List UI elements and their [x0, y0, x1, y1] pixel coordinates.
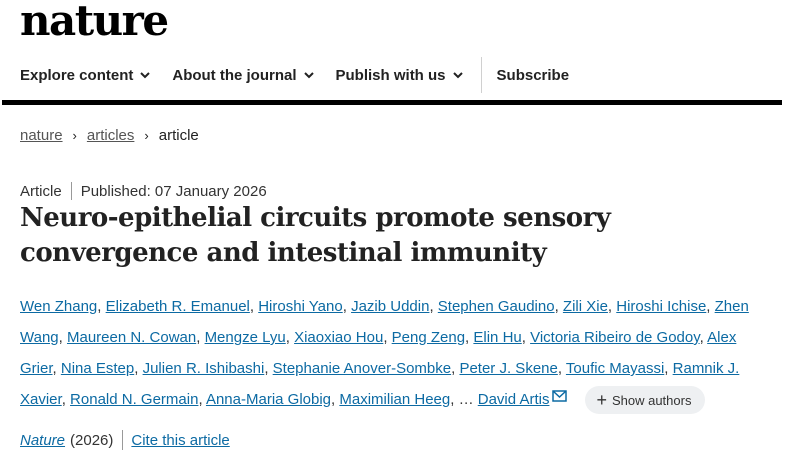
publication-year: (2026) [70, 431, 114, 449]
article-footer: Nature (2026) Cite this article [20, 430, 230, 450]
author-link[interactable]: Ronald N. Germain [70, 391, 198, 408]
author-link[interactable]: Wen Zhang [20, 298, 97, 315]
chevron-down-icon [452, 72, 463, 79]
chevron-right-icon: › [72, 128, 77, 143]
author-ellipsis: … [458, 391, 474, 408]
nav-subscribe-label: Subscribe [496, 66, 570, 84]
nav-about-journal[interactable]: About the journal [172, 67, 314, 84]
author-link[interactable]: Toufic Mayassi [566, 360, 664, 377]
header-rule [2, 100, 782, 105]
author-link[interactable]: Jazib Uddin [351, 298, 429, 315]
published-date: Published: 07 January 2026 [80, 182, 267, 200]
plus-icon: + [596, 390, 607, 411]
author-link[interactable]: Mengze Lyu [205, 329, 286, 346]
breadcrumb-articles-link[interactable]: articles [87, 127, 135, 144]
author-link[interactable]: Xiaoxiao Hou [294, 329, 383, 346]
author-link[interactable]: Hiroshi Ichise [616, 298, 706, 315]
author-link[interactable]: Maximilian Heeg [339, 391, 450, 408]
breadcrumb-current: article [158, 127, 199, 144]
nav-publish-with-us[interactable]: Publish with us [336, 67, 464, 84]
author-link[interactable]: Stephanie Anover-Sombke [273, 360, 451, 377]
nav-explore-label: Explore content [20, 66, 134, 84]
nav-explore-content[interactable]: Explore content [20, 67, 151, 84]
article-title: Neuro-epithelial circuits promote sensor… [20, 203, 611, 268]
chevron-right-icon: › [144, 128, 149, 143]
show-authors-label: Show authors [611, 392, 692, 408]
meta-divider [70, 182, 72, 200]
author-link[interactable]: Elin Hu [473, 329, 521, 346]
nav-about-label: About the journal [172, 66, 297, 84]
author-list: Wen Zhang, Elizabeth R. Emanuel, Hiroshi… [20, 291, 765, 415]
breadcrumb-home-link[interactable]: nature [20, 127, 63, 144]
main-nav: Explore content About the journal Publis… [20, 57, 590, 93]
author-link[interactable]: Zili Xie [563, 298, 608, 315]
journal-link[interactable]: Nature [20, 432, 65, 449]
nav-publish-label: Publish with us [335, 66, 446, 84]
show-authors-button[interactable]: + Show authors [585, 386, 706, 415]
article-type: Article [20, 182, 62, 200]
author-link[interactable]: Victoria Ribeiro de Godoy [530, 329, 700, 346]
chevron-down-icon [140, 72, 151, 79]
footer-divider [122, 430, 124, 450]
nature-logo[interactable]: nature [20, 0, 169, 45]
cite-article-link[interactable]: Cite this article [131, 432, 229, 449]
chevron-down-icon [303, 72, 314, 79]
envelope-icon[interactable] [552, 390, 568, 402]
author-link[interactable]: Hiroshi Yano [258, 298, 343, 315]
author-link[interactable]: Peter J. Skene [459, 360, 557, 377]
corresponding-author-link[interactable]: David Artis [478, 391, 550, 408]
nav-subscribe[interactable]: Subscribe [497, 67, 570, 84]
nav-divider [480, 57, 482, 93]
author-link[interactable]: Peng Zeng [392, 329, 465, 346]
author-link[interactable]: Nina Estep [61, 360, 134, 377]
author-link[interactable]: Maureen N. Cowan [67, 329, 196, 346]
article-meta: Article Published: 07 January 2026 [20, 182, 267, 200]
author-link[interactable]: Stephen Gaudino [438, 298, 555, 315]
author-link[interactable]: Anna-Maria Globig [206, 391, 331, 408]
breadcrumb: nature › articles › article [20, 127, 199, 144]
author-link[interactable]: Julien R. Ishibashi [143, 360, 265, 377]
author-link[interactable]: Elizabeth R. Emanuel [106, 298, 250, 315]
